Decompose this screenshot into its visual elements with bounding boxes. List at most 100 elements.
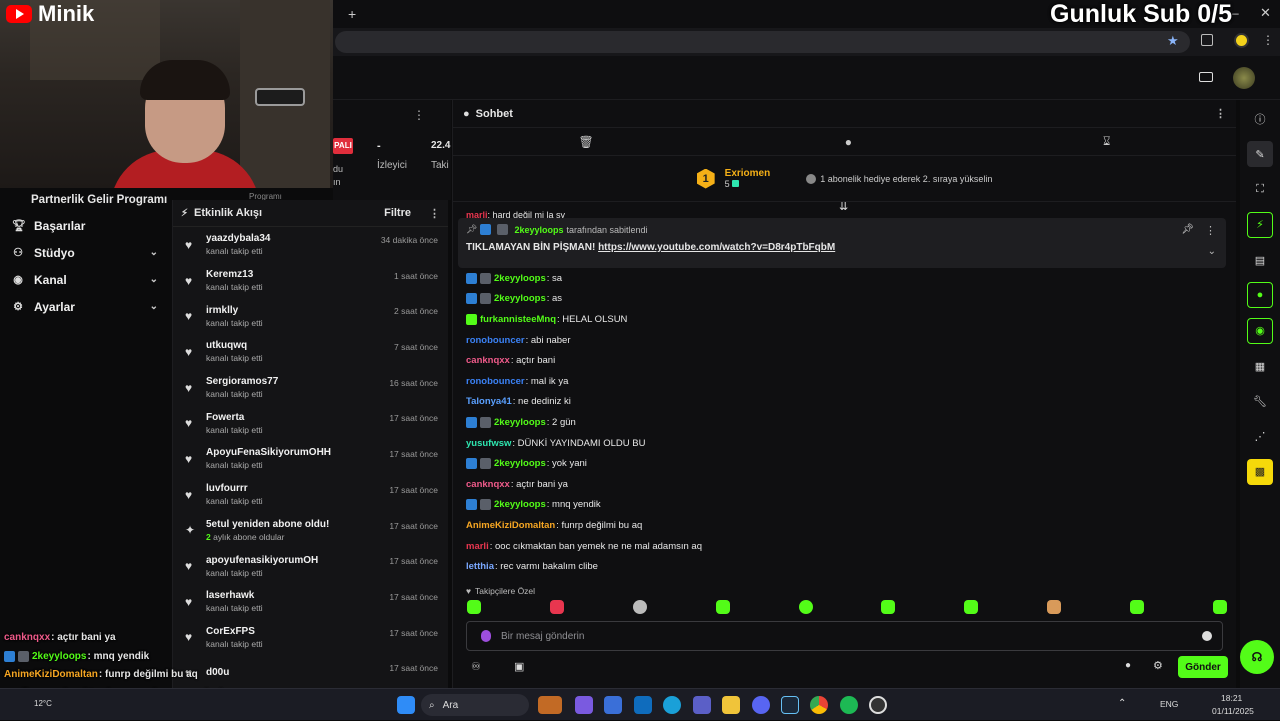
bolt-icon[interactable]: ⚡︎ xyxy=(1247,211,1273,238)
user-avatar[interactable] xyxy=(1233,67,1255,89)
chat-username[interactable]: 2keyyloops xyxy=(494,273,546,284)
chevron-down-icon[interactable]: ⌄ xyxy=(150,247,158,258)
feed-item[interactable]: ♥ laserhawk kanalı takip etti 17 saat önce xyxy=(173,584,448,620)
feed-item[interactable]: ♥ yaazdybala34 kanalı takip etti 34 dakika … xyxy=(173,227,448,263)
emote-icon[interactable] xyxy=(1047,600,1062,614)
sidebar-item-achievements[interactable]: 🏆︎ Başarılar xyxy=(0,212,170,239)
feed-username[interactable]: utkuqwq xyxy=(206,340,263,351)
pinned-username[interactable]: 2keyyloops xyxy=(514,225,563,235)
partner-program-link[interactable]: Partnerlik Gelir Programı xyxy=(0,188,170,212)
edge-icon[interactable] xyxy=(663,696,681,714)
chevron-down-icon[interactable]: ⌄ xyxy=(150,301,158,312)
feed-username[interactable]: Keremz13 xyxy=(206,269,263,280)
broadcast-icon[interactable]: ◉ xyxy=(1247,317,1273,344)
send-button[interactable]: Gönder xyxy=(1178,656,1228,678)
minimize-icon[interactable]: – xyxy=(1232,6,1239,20)
chat-username[interactable]: 2keyyloops xyxy=(494,458,546,469)
extensions-icon[interactable] xyxy=(1201,34,1213,46)
chat-username[interactable]: 2keyyloops xyxy=(494,417,546,428)
bookmark-star-icon[interactable]: ★ xyxy=(1167,33,1179,49)
spotify-icon[interactable] xyxy=(840,696,858,714)
sidebar-item-studio[interactable]: ⚇ Stüdyo ⌄ xyxy=(0,239,170,266)
feed-item[interactable]: ♥ apoyufenasikiyorumOH kanalı takip etti 17… xyxy=(173,548,448,584)
feed-menu-icon[interactable]: ⋮ xyxy=(429,207,440,220)
feed-item[interactable]: ♥ Fowerta kanalı takip etti 17 saat önce xyxy=(173,405,448,441)
chat-username[interactable]: ronobouncer xyxy=(466,335,525,346)
leader-name[interactable]: Exriomen xyxy=(725,168,771,179)
edit-icon[interactable]: ✎ xyxy=(1247,141,1273,168)
feed-item[interactable]: ♥ Sergioramos77 kanalı takip etti 16 saat ö… xyxy=(173,370,448,406)
gift-box-icon[interactable]: ▣ xyxy=(514,660,524,673)
chat-username[interactable]: 2keyyloops xyxy=(494,499,546,510)
chat-username[interactable]: ronobouncer xyxy=(466,376,525,387)
emote-icon[interactable] xyxy=(1212,600,1227,614)
feed-username[interactable]: irmklly xyxy=(206,305,263,316)
document-icon[interactable]: ▤ xyxy=(1247,247,1273,273)
chevron-down-icon[interactable]: ⌄ xyxy=(1208,246,1216,257)
clock-date[interactable]: 01/11/2025 xyxy=(1212,706,1254,716)
chat-username[interactable]: canknqxx xyxy=(4,632,50,643)
info-icon[interactable]: ⓘ xyxy=(1247,106,1273,132)
feed-item[interactable]: ♥ utkuqwq kanalı takip etti 7 saat önce xyxy=(173,334,448,370)
wrench-icon[interactable]: 🔧︎ xyxy=(1247,388,1273,414)
emote-icon[interactable] xyxy=(798,600,813,614)
chevron-down-icon[interactable]: ⌄ xyxy=(150,274,158,285)
clock-time[interactable]: 18:21 xyxy=(1221,693,1242,703)
copilot-icon[interactable] xyxy=(575,696,593,714)
support-icon[interactable]: ☊ xyxy=(1240,640,1274,674)
chat-menu-icon[interactable]: ⋮ xyxy=(1215,107,1226,120)
feed-username[interactable]: Fowerta xyxy=(206,412,263,423)
filter-button[interactable]: Filtre xyxy=(384,207,411,219)
close-window-icon[interactable]: ✕ xyxy=(1260,5,1271,21)
chat-username[interactable]: AnimeKiziDomaltan xyxy=(466,520,555,531)
game-icon[interactable] xyxy=(538,696,562,714)
chat-bubble-icon[interactable]: ● xyxy=(1125,660,1131,671)
emote-icon[interactable] xyxy=(964,600,979,614)
emote-icon[interactable] xyxy=(715,600,730,614)
infinity-icon[interactable]: ♾ xyxy=(471,660,481,673)
share-icon[interactable]: ⋰ xyxy=(1247,424,1273,450)
chat-toggle-icon[interactable]: ● xyxy=(1247,282,1273,309)
scroll-down-icon[interactable]: ⇊ xyxy=(839,200,848,213)
feed-item[interactable]: ♥ Keremz13 kanalı takip etti 1 saat önce xyxy=(173,263,448,299)
emote-icon[interactable] xyxy=(549,600,564,614)
windows-start-icon[interactable] xyxy=(397,696,415,714)
teams-icon[interactable] xyxy=(693,696,711,714)
sidebar-item-settings[interactable]: ⚙ Ayarlar ⌄ xyxy=(0,293,170,320)
pinned-link[interactable]: https://www.youtube.com/watch?v=D8r4pTbF… xyxy=(598,242,835,253)
chat-username[interactable]: 2keyyloops xyxy=(494,293,546,304)
hourglass-icon[interactable]: ⌛︎ xyxy=(1103,134,1111,149)
unpin-icon[interactable]: 📌︎ xyxy=(1181,224,1194,235)
feed-username[interactable]: Sergioramos77 xyxy=(206,376,278,387)
expand-icon[interactable]: ⛶ xyxy=(1247,177,1273,203)
feed-username[interactable]: luvfourrr xyxy=(206,483,263,494)
chat-username[interactable]: canknqxx xyxy=(466,355,510,366)
clapper-icon[interactable]: ▩ xyxy=(1247,458,1273,485)
chat-settings-icon[interactable]: ⚙ xyxy=(1153,659,1163,672)
feed-username[interactable]: ApoyuFenaSikiyorumOHH xyxy=(206,447,331,458)
trash-icon[interactable]: 🗑︎ xyxy=(578,135,593,149)
emote-icon[interactable] xyxy=(1130,600,1144,614)
chat-username[interactable]: furkannisteeMnq xyxy=(480,314,556,325)
profile-avatar[interactable] xyxy=(1234,33,1249,48)
chat-username[interactable]: 2keyyloops xyxy=(32,651,86,662)
emote-icon[interactable] xyxy=(632,600,647,614)
chat-input[interactable]: Bir mesaj gönderin xyxy=(466,621,1223,651)
chat-username[interactable]: canknqxx xyxy=(466,479,510,490)
obs-icon[interactable] xyxy=(869,696,887,714)
feed-item[interactable]: ♥ ApoyuFenaSikiyorumOHH kanalı takip etti 1… xyxy=(173,441,448,477)
feed-item[interactable]: ♥ luvfourrr kanalı takip etti 17 saat önce xyxy=(173,477,448,513)
emote-icon[interactable] xyxy=(881,600,896,614)
chat-username[interactable]: yusufwsw xyxy=(466,438,511,449)
creator-mode-icon[interactable] xyxy=(1199,72,1213,82)
steam-icon[interactable] xyxy=(781,696,799,714)
layout-icon[interactable]: ▦ xyxy=(1247,353,1273,379)
mic-icon[interactable] xyxy=(481,630,491,642)
explorer-icon[interactable] xyxy=(722,696,740,714)
stats-menu-icon[interactable]: ⋮ xyxy=(413,108,425,122)
store-icon[interactable] xyxy=(604,696,622,714)
browser-menu-icon[interactable]: ⋮ xyxy=(1262,33,1274,47)
emoji-icon[interactable] xyxy=(1202,631,1212,641)
taskbar-search[interactable]: ⌕ Ara xyxy=(421,694,529,716)
language-indicator[interactable]: ENG xyxy=(1160,699,1178,709)
